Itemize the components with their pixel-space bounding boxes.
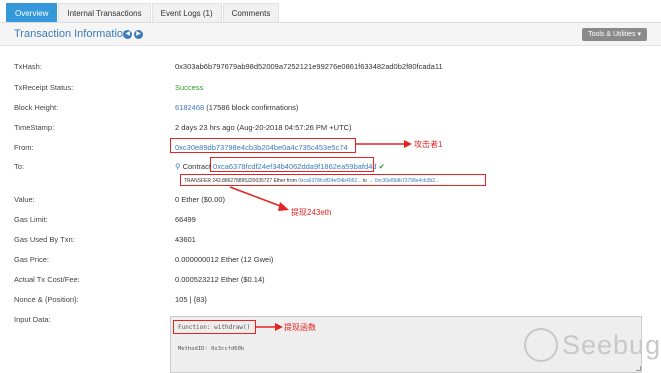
annotation-withdraw-func: 提现函数 [284,323,316,332]
row-nonce: Nonce & {Position}: 105 | {83} [0,295,661,309]
prev-arrow-icon[interactable]: ◀ [123,30,132,39]
label-timestamp: TimeStamp: [14,123,55,132]
contract-search-icon: ⚲ [175,162,181,171]
label-status: TxReceipt Status: [14,83,74,92]
label-block-height: Block Height: [14,103,59,112]
annotation-box-function [173,320,256,334]
block-confirmations: (17586 block confirmations) [204,103,299,112]
tab-overview[interactable]: Overview [6,3,58,23]
row-block-height: Block Height: 6182468 (17586 block confi… [0,103,661,117]
value-nonce: 105 | {83} [175,295,207,304]
label-gas-price: Gas Price: [14,255,50,264]
tab-bar: Overview Internal Transactions Event Log… [6,3,280,23]
row-gas-limit: Gas Limit: 66499 [0,215,661,229]
tab-internal-transactions[interactable]: Internal Transactions [58,3,151,23]
block-link[interactable]: 6182468 [175,103,204,112]
tools-label: Tools & Utilities [588,31,636,38]
label-value: Value: [14,195,35,204]
annotation-box-to [210,157,374,172]
row-cost: Actual Tx Cost/Fee: 0.000523212 Ether ($… [0,275,661,289]
next-arrow-icon[interactable]: ▶ [134,30,143,39]
contract-prefix: Contract [182,162,211,171]
value-timestamp: 2 days 23 hrs ago (Aug-20-2018 04:57:26 … [175,123,352,132]
value-cost: 0.000523212 Ether ($0.14) [175,275,265,284]
annotation-arrow-function [256,323,283,331]
input-method-id: MethodID: 0x3ccfd60b [178,346,245,352]
value-gas-price: 0.000000012 Ether (12 Gwei) [175,255,274,264]
label-nonce: Nonce & {Position}: [14,295,79,304]
value-block-height: 6182468 (17586 block confirmations) [175,103,298,112]
label-txhash: TxHash: [14,62,42,71]
row-gas-used: Gas Used By Txn: 43601 [0,235,661,249]
annotation-box-from [170,138,356,153]
annotation-attacker: 攻击者1 [414,140,443,149]
verified-check-icon: ✔ [378,162,385,171]
panel-header: Transaction Information ◀ ▶ Tools & Util… [0,23,661,46]
label-gas-used: Gas Used By Txn: [14,235,75,244]
tab-comments[interactable]: Comments [222,3,280,23]
tab-event-logs[interactable]: Event Logs (1) [151,3,222,23]
panel-title: Transaction Information [14,28,130,40]
label-to: To: [14,162,25,171]
label-from: From: [14,143,34,152]
value-gas-used: 43601 [175,235,196,244]
value-value: 0 Ether ($0.00) [175,195,226,204]
value-status: Success [175,83,204,92]
seebug-watermark: Seebug [562,330,661,360]
row-gas-price: Gas Price: 0.000000012 Ether (12 Gwei) [0,255,661,269]
label-gas-limit: Gas Limit: [14,215,48,224]
annotation-arrow-from [356,140,412,148]
seebug-logo-icon [524,328,558,362]
value-txhash: 0x303ab6b797679ab98d52009a7252121e99276e… [175,62,443,71]
annotation-box-transfer [180,174,486,186]
value-gas-limit: 66499 [175,215,196,224]
row-status: TxReceipt Status: Success [0,83,661,97]
row-txhash: TxHash: 0x303ab6b797679ab98d52009a725212… [0,62,661,76]
resize-handle-icon[interactable] [636,366,641,371]
tools-utilities-button[interactable]: Tools & Utilities ▾ [582,28,647,41]
row-timestamp: TimeStamp: 2 days 23 hrs ago (Aug-20-201… [0,123,661,137]
label-input: Input Data: [14,315,51,324]
label-cost: Actual Tx Cost/Fee: [14,275,80,284]
row-value: Value: 0 Ether ($0.00) [0,195,661,209]
